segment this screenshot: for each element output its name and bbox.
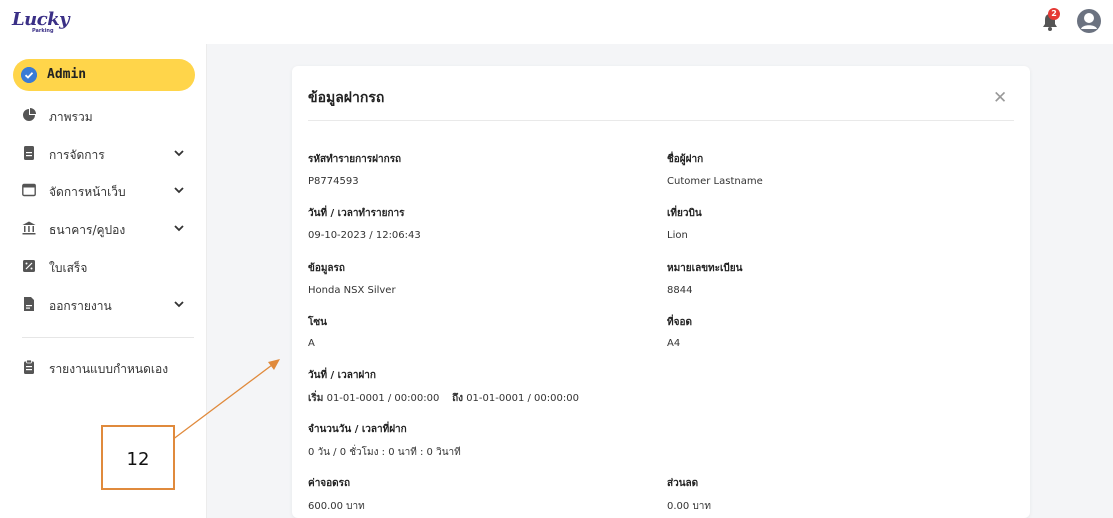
chevron-down-icon [174,150,184,157]
sidebar-item-management[interactable]: การจัดการ [22,143,192,165]
modal-divider [308,120,1014,121]
sidebar-item-label: การจัดการ [49,148,105,162]
start-value: 01-01-0001 / 00:00:00 [326,393,440,404]
bank-icon [22,221,36,235]
window-icon [22,183,36,197]
close-icon[interactable]: ✕ [993,88,1007,108]
car-value: Honda NSX Silver [308,285,396,296]
fee-label: ค่าจอดรถ [308,478,351,489]
flight-label: เที่ยวบิน [667,208,702,219]
spot-value: A4 [667,338,681,349]
start-word: เริ่ม [308,393,324,404]
modal-title: ข้อมูลฝากรถ [308,90,385,106]
sidebar-item-admin[interactable]: Admin [13,59,195,91]
end-value: 01-01-0001 / 00:00:00 [466,393,579,404]
chevron-down-icon [174,187,184,194]
lucky-logo[interactable]: Lucky Parking [12,9,70,35]
discount-value: 0.00 บาท [667,501,711,512]
deposit-period-value: เริ่ม 01-01-0001 / 00:00:00 ถึง 01-01-00… [308,391,579,406]
sidebar-item-bank-coupon[interactable]: ธนาคาร/คูปอง [22,218,192,240]
sidebar-item-label: จัดการหน้าเว็บ [49,185,126,199]
sidebar-item-reports[interactable]: ออกรายงาน [22,294,192,316]
sidebar-item-label: ออกรายงาน [49,299,112,313]
datetime-label: วันที่ / เวลาทำรายการ [308,208,405,219]
sidebar-item-web-management[interactable]: จัดการหน้าเว็บ [22,180,192,202]
logo-text: Lucky [12,9,70,30]
parking-info-modal: ข้อมูลฝากรถ ✕ รหัสทำรายการฝากรถ P8774593… [292,66,1030,518]
spot-label: ที่จอด [667,317,692,328]
fee-value: 600.00 บาท [308,501,365,512]
deposit-period-label: วันที่ / เวลาฝาก [308,370,376,381]
zone-label: โซน [308,317,327,328]
clipboard-icon [24,360,34,374]
zone-value: A [308,338,315,349]
notification-badge: 2 [1048,8,1060,20]
car-label: ข้อมูลรถ [308,263,345,274]
duration-label: จำนวนวัน / เวลาที่ฝาก [308,424,407,435]
logo-subtext: Parking [32,28,54,34]
verified-check-icon [21,67,37,83]
sidebar-item-receipt[interactable]: ใบเสร็จ [22,256,192,278]
receipt-icon [23,260,35,272]
depositor-label: ชื่อผู้ฝาก [667,154,704,165]
depositor-value: Cutomer Lastname [667,176,763,187]
chevron-down-icon [174,301,184,308]
sidebar-item-overview[interactable]: ภาพรวม [22,105,192,127]
end-word: ถึง [452,393,463,404]
sidebar-divider [22,337,194,338]
document-icon [24,146,34,160]
annotation-callout: 12 [101,425,175,490]
sidebar-item-label: ภาพรวม [49,110,93,124]
datetime-value: 09-10-2023 / 12:06:43 [308,230,421,241]
transaction-id-value: P8774593 [308,176,359,187]
transaction-id-label: รหัสทำรายการฝากรถ [308,154,402,165]
sidebar-item-label: รายงานแบบกำหนดเอง [49,362,169,376]
chevron-down-icon [174,225,184,232]
annotation-number: 12 [126,449,150,470]
sidebar-item-label: Admin [47,67,87,82]
plate-value: 8844 [667,285,693,296]
discount-label: ส่วนลด [667,478,699,489]
report-file-icon [24,297,34,311]
flight-value: Lion [667,230,688,241]
sidebar-item-label: ธนาคาร/คูปอง [49,223,126,237]
top-bar: Lucky Parking 2 [0,0,1113,44]
user-avatar-icon[interactable] [1076,8,1102,34]
sidebar-item-custom-report[interactable]: รายงานแบบกำหนดเอง [22,357,192,379]
pie-chart-icon [23,108,36,121]
duration-value: 0 วัน / 0 ชั่วโมง : 0 นาที : 0 วินาที [308,447,461,458]
plate-label: หมายเลขทะเบียน [667,263,743,274]
sidebar-item-label: ใบเสร็จ [49,261,88,275]
